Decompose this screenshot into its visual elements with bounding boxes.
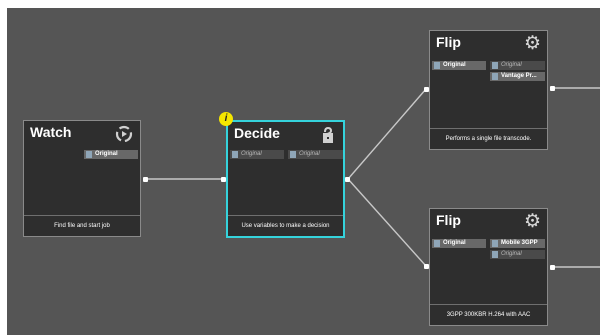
decide-input-connector[interactable] (221, 177, 226, 182)
port-label: Original (501, 62, 522, 68)
node-footer: 3GPP 300KBR H.264 with AAC (430, 304, 547, 325)
port-mobile[interactable]: Mobile 3GPP (490, 239, 545, 248)
port-label: Original (501, 251, 522, 257)
port-label: Original (443, 62, 466, 68)
wire-decide-to-flip-top (347, 88, 427, 180)
node-title: Watch (30, 124, 72, 140)
port-original-right[interactable]: Original (490, 61, 545, 70)
flip-bottom-node[interactable]: Flip ⚙ Original Mobile 3GPP Original 3GP… (429, 208, 548, 326)
port-label: Original (299, 151, 320, 157)
node-footer: Performs a single file transcode. (430, 128, 547, 149)
port-original-left[interactable]: Original (432, 239, 486, 248)
watch-node[interactable]: Watch Original Find file and start job (23, 120, 141, 237)
port-original[interactable]: Original (84, 150, 138, 159)
watch-output-connector[interactable] (143, 177, 148, 182)
flip-bottom-output-connector[interactable] (550, 265, 555, 270)
port-label: Original (241, 151, 262, 157)
decide-output-connector[interactable] (345, 177, 350, 182)
flip-top-input-connector[interactable] (424, 87, 429, 92)
port-label: Original (443, 240, 466, 246)
decide-node[interactable]: Decide Original Original Use variables t… (226, 120, 345, 238)
port-original-2[interactable]: Original (288, 150, 343, 159)
flip-top-node[interactable]: Flip ⚙ Original Original Vantage Pr... P… (429, 30, 548, 150)
port-original-left[interactable]: Original (432, 61, 486, 70)
info-badge[interactable]: i (219, 112, 233, 126)
port-original-right[interactable]: Original (490, 250, 545, 259)
port-label: Mobile 3GPP (501, 240, 538, 246)
flip-bottom-input-connector[interactable] (424, 264, 429, 269)
gear-icon: ⚙ (523, 33, 541, 54)
workflow-canvas[interactable]: Watch Original Find file and start job D… (7, 8, 600, 335)
node-footer: Use variables to make a decision (228, 215, 343, 236)
question-decision-icon (319, 126, 337, 149)
node-title: Decide (234, 125, 280, 141)
node-title: Flip (436, 212, 461, 228)
node-title: Flip (436, 34, 461, 50)
circular-arrows-icon (114, 125, 134, 148)
port-original-1[interactable]: Original (230, 150, 284, 159)
port-vantage[interactable]: Vantage Pr... (490, 72, 545, 81)
port-label: Vantage Pr... (501, 73, 537, 79)
wire-decide-to-flip-bottom (347, 178, 427, 267)
node-footer: Find file and start job (24, 215, 140, 236)
port-label: Original (95, 151, 118, 157)
flip-top-output-connector[interactable] (550, 86, 555, 91)
gear-icon: ⚙ (523, 211, 541, 232)
